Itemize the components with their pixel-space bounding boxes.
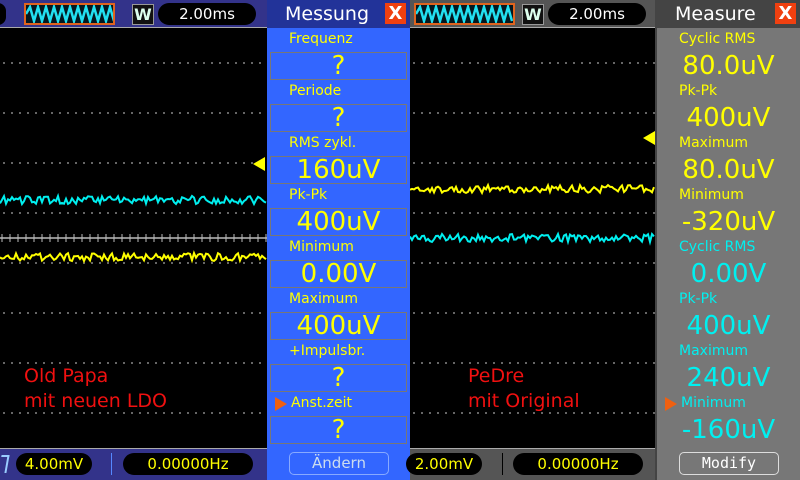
right-top-bar: W 2.00ms: [410, 0, 655, 28]
left-waveform-screen: Old Papa mit neuen LDO: [0, 28, 267, 448]
right-scope: W 2.00ms PeDre mit Original 2.00mV 0.0000…: [410, 0, 655, 480]
menu-item-label[interactable]: Pk-Pk: [657, 288, 800, 312]
menu-item-label[interactable]: Maximum: [657, 340, 800, 364]
menu-item-label[interactable]: Minimum: [267, 236, 410, 260]
menu-item-value[interactable]: 400uV: [660, 104, 797, 132]
menu-item-value[interactable]: 80.0uV: [660, 156, 797, 184]
menu-item-value[interactable]: 400uV: [270, 208, 407, 236]
modify-button[interactable]: Ändern: [289, 452, 389, 475]
left-menu-title-text: Messung: [285, 3, 369, 25]
right-waveform-overview-icon[interactable]: [414, 3, 515, 25]
menu-item-label[interactable]: Minimum: [657, 184, 800, 208]
left-trigger-marker[interactable]: [253, 157, 265, 171]
menu-item-label[interactable]: Periode: [267, 80, 410, 104]
right-menu-title-text: Measure: [675, 3, 756, 25]
menu-item-label-text: Maximum: [679, 135, 748, 151]
left-scope: W 2.00ms Old Papa mit neuen LDO 4.00mV 0.…: [0, 0, 267, 480]
right-ch1-trace: [410, 185, 654, 193]
selected-arrow-icon: [275, 397, 287, 411]
left-window-button[interactable]: W: [132, 4, 154, 25]
menu-item-label-text: Anst.zeit: [291, 395, 352, 411]
right-ch2-trace: [410, 234, 654, 242]
menu-item-value[interactable]: ?: [270, 104, 407, 132]
menu-item-value[interactable]: 0.00V: [270, 260, 407, 288]
left-measure-menu: Messung X Frequenz? Periode? RMS zykl. 160uV…: [267, 0, 410, 480]
right-window-button[interactable]: W: [522, 4, 544, 25]
menu-item-value[interactable]: -320uV: [660, 208, 797, 236]
right-measure-menu: Measure X Cyclic RMS 80.0uV Pk-Pk 400uV Maxim…: [655, 0, 800, 480]
menu-item-label-text: Maximum: [679, 343, 748, 359]
right-note: PeDre mit Original: [468, 364, 580, 414]
selected-arrow-icon: [665, 397, 677, 411]
menu-item-label[interactable]: Maximum: [267, 288, 410, 312]
menu-item-label-text: Maximum: [289, 291, 358, 307]
modify-button[interactable]: Modify: [679, 452, 779, 475]
menu-item-value[interactable]: -160uV: [660, 416, 797, 444]
menu-item-label-text: Minimum: [679, 187, 744, 203]
menu-item-label[interactable]: RMS zykl.: [267, 132, 410, 156]
menu-item-value[interactable]: 160uV: [270, 156, 407, 184]
menu-item-label-text: Cyclic RMS: [679, 239, 755, 255]
menu-item-label[interactable]: Pk-Pk: [657, 80, 800, 104]
menu-item-label[interactable]: Anst.zeit: [267, 392, 410, 416]
menu-item-label-text: Frequenz: [289, 31, 353, 47]
left-bottom-bar: 4.00mV 0.00000Hz: [0, 448, 267, 480]
left-note: Old Papa mit neuen LDO: [24, 364, 167, 414]
menu-item-label-text: RMS zykl.: [289, 135, 356, 151]
left-note-line2: mit neuen LDO: [24, 389, 167, 414]
right-frequency: 0.00000Hz: [513, 453, 643, 475]
close-icon[interactable]: X: [385, 3, 406, 24]
menu-item-label-text: Pk-Pk: [289, 187, 327, 203]
menu-item-label[interactable]: Cyclic RMS: [657, 28, 800, 52]
right-waveform-screen: PeDre mit Original: [410, 28, 655, 448]
right-bottom-bar: 2.00mV 0.00000Hz: [410, 448, 655, 480]
menu-item-value[interactable]: 80.0uV: [660, 52, 797, 80]
menu-item-value[interactable]: ?: [270, 52, 407, 80]
menu-item-label-text: Minimum: [681, 395, 746, 411]
left-timebase[interactable]: 2.00ms: [158, 3, 256, 25]
menu-item-label[interactable]: +Impulsbr.: [267, 340, 410, 364]
menu-item-value[interactable]: ?: [270, 416, 407, 444]
menu-item-value[interactable]: ?: [270, 364, 407, 392]
right-note-line1: PeDre: [468, 364, 580, 389]
menu-item-label[interactable]: Maximum: [657, 132, 800, 156]
menu-item-label[interactable]: Frequenz: [267, 28, 410, 52]
menu-item-label-text: Minimum: [289, 239, 354, 255]
left-top-bar: W 2.00ms: [0, 0, 267, 28]
left-ch1-trace: [0, 253, 266, 261]
menu-item-label-text: Cyclic RMS: [679, 31, 755, 47]
menu-item-value[interactable]: 0.00V: [660, 260, 797, 288]
menu-item-value[interactable]: 400uV: [660, 312, 797, 340]
menu-item-value[interactable]: 400uV: [270, 312, 407, 340]
close-icon[interactable]: X: [775, 3, 796, 24]
left-waveform-overview-icon[interactable]: [24, 3, 115, 25]
left-ch2-trace: [0, 196, 266, 204]
left-run-indicator: [0, 3, 6, 25]
menu-item-label-text: Periode: [289, 83, 341, 99]
menu-item-label[interactable]: Cyclic RMS: [657, 236, 800, 260]
menu-item-label-text: +Impulsbr.: [289, 343, 365, 359]
right-menu-title: Measure X: [657, 0, 800, 28]
right-trigger-marker[interactable]: [643, 131, 655, 145]
menu-item-label[interactable]: Minimum: [657, 392, 800, 416]
left-note-line1: Old Papa: [24, 364, 167, 389]
right-note-line2: mit Original: [468, 389, 580, 414]
trigger-edge-icon: [0, 455, 10, 473]
left-trigger-level[interactable]: 4.00mV: [16, 453, 92, 475]
left-frequency: 0.00000Hz: [123, 453, 253, 475]
right-trigger-level[interactable]: 2.00mV: [406, 453, 482, 475]
left-menu-title: Messung X: [267, 0, 410, 28]
right-timebase[interactable]: 2.00ms: [548, 3, 646, 25]
menu-item-value[interactable]: 240uV: [660, 364, 797, 392]
menu-item-label[interactable]: Pk-Pk: [267, 184, 410, 208]
menu-item-label-text: Pk-Pk: [679, 291, 717, 307]
menu-item-label-text: Pk-Pk: [679, 83, 717, 99]
